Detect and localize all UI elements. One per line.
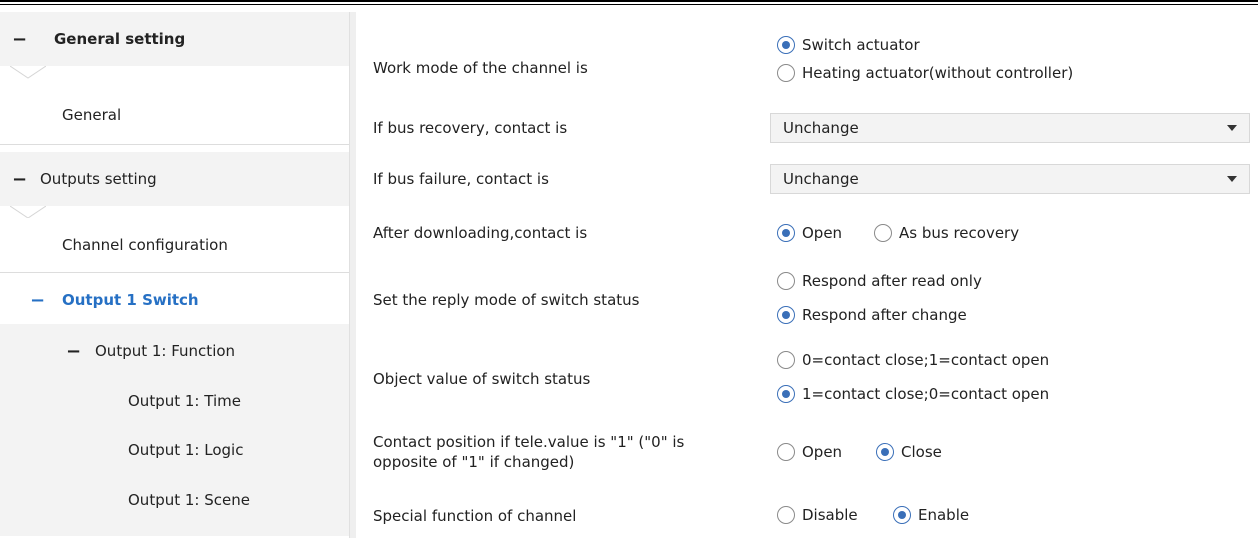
object-value-option-0-close[interactable]: 0=contact close;1=contact open [777, 351, 1049, 369]
bus-failure-label: If bus failure, contact is [373, 170, 549, 188]
radio-selected-icon[interactable] [777, 385, 795, 403]
object-value-option-1-close[interactable]: 1=contact close;0=contact open [777, 385, 1049, 403]
option-label: Respond after change [802, 306, 967, 324]
collapse-icon[interactable]: − [12, 29, 27, 50]
sidebar-divider [0, 144, 349, 145]
option-label: Switch actuator [802, 36, 920, 54]
dropdown-arrow-icon[interactable] [1227, 125, 1237, 131]
special-function-option-disable[interactable]: Disable [777, 506, 858, 524]
reply-mode-option-read-only[interactable]: Respond after read only [777, 272, 982, 290]
radio-selected-icon[interactable] [876, 443, 894, 461]
sidebar-item-general-setting[interactable]: − General setting [0, 12, 349, 66]
option-label: Respond after read only [802, 272, 982, 290]
sidebar-item-output-1-scene[interactable]: Output 1: Scene [0, 475, 349, 525]
option-label: 0=contact close;1=contact open [802, 351, 1050, 369]
work-mode-option-heating[interactable]: Heating actuator(without controller) [777, 64, 1073, 82]
sidebar-item-label: General setting [54, 30, 186, 48]
radio-unselected-icon[interactable] [777, 351, 795, 369]
bus-failure-select[interactable]: Unchange [770, 164, 1250, 194]
bus-recovery-label: If bus recovery, contact is [373, 119, 568, 137]
work-mode-option-switch[interactable]: Switch actuator [777, 36, 920, 54]
collapse-icon[interactable]: − [66, 341, 81, 362]
sidebar-item-channel-configuration[interactable]: Channel configuration [0, 218, 349, 272]
sidebar-item-label: Output 1: Scene [128, 491, 250, 509]
object-value-label: Object value of switch status [373, 370, 591, 388]
sidebar-item-label: Channel configuration [62, 236, 228, 254]
radio-selected-icon[interactable] [777, 306, 795, 324]
radio-selected-icon[interactable] [893, 506, 911, 524]
after-download-label: After downloading,contact is [373, 224, 588, 242]
select-value: Unchange [783, 119, 859, 137]
sidebar-item-label: Output 1 Switch [62, 291, 199, 309]
sidebar-item-output-1-function[interactable]: − Output 1: Function [0, 326, 349, 376]
collapse-icon[interactable]: − [12, 169, 27, 190]
sidebar-item-label: Outputs setting [40, 170, 157, 188]
collapse-icon[interactable]: − [30, 290, 45, 311]
sidebar-item-output-1-time[interactable]: Output 1: Time [0, 376, 349, 426]
option-label: Close [901, 443, 942, 461]
bus-recovery-select[interactable]: Unchange [770, 113, 1250, 143]
option-label: As bus recovery [899, 224, 1020, 242]
contact-position-option-close[interactable]: Close [876, 443, 942, 461]
radio-unselected-icon[interactable] [777, 506, 795, 524]
dropdown-arrow-icon[interactable] [1227, 176, 1237, 182]
radio-selected-icon[interactable] [777, 36, 795, 54]
sidebar-item-output-1-switch[interactable]: − Output 1 Switch [0, 273, 349, 327]
special-function-label: Special function of channel [373, 507, 577, 525]
radio-selected-icon[interactable] [777, 224, 795, 242]
option-label: Open [802, 224, 843, 242]
contact-position-option-open[interactable]: Open [777, 443, 842, 461]
after-download-option-as-bus-recovery[interactable]: As bus recovery [874, 224, 1019, 242]
top-border-line-thin [0, 4, 1258, 5]
sidebar-item-label: General [62, 106, 122, 124]
option-label: Enable [918, 506, 970, 524]
contact-position-label: Contact position if tele.value is "1" ("… [373, 432, 684, 472]
work-mode-label: Work mode of the channel is [373, 59, 588, 77]
radio-unselected-icon[interactable] [777, 64, 795, 82]
tree-notch-decoration [10, 66, 46, 79]
radio-unselected-icon[interactable] [777, 272, 795, 290]
special-function-option-enable[interactable]: Enable [893, 506, 969, 524]
contact-position-label-line1: Contact position if tele.value is "1" ("… [373, 433, 685, 451]
contact-position-label-line2: opposite of "1" if changed) [373, 453, 575, 471]
option-label: Heating actuator(without controller) [802, 64, 1074, 82]
sidebar-item-label: Output 1: Logic [128, 441, 244, 459]
select-value: Unchange [783, 170, 859, 188]
reply-mode-label: Set the reply mode of switch status [373, 291, 640, 309]
sidebar-item-outputs-setting[interactable]: − Outputs setting [0, 152, 349, 206]
top-border-line [0, 0, 1258, 2]
sidebar-splitter[interactable] [349, 12, 356, 538]
reply-mode-option-after-change[interactable]: Respond after change [777, 306, 967, 324]
sidebar-item-label: Output 1: Function [95, 342, 236, 360]
radio-unselected-icon[interactable] [874, 224, 892, 242]
after-download-option-open[interactable]: Open [777, 224, 842, 242]
sidebar-item-label: Output 1: Time [128, 392, 241, 410]
option-label: Disable [802, 506, 858, 524]
option-label: Open [802, 443, 843, 461]
option-label: 1=contact close;0=contact open [802, 385, 1050, 403]
sidebar-item-general[interactable]: General [0, 88, 349, 142]
sidebar-item-output-1-logic[interactable]: Output 1: Logic [0, 425, 349, 475]
radio-unselected-icon[interactable] [777, 443, 795, 461]
